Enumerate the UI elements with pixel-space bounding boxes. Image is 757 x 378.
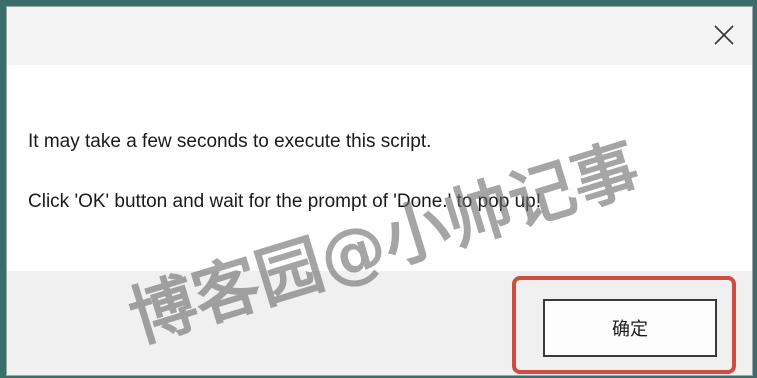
close-icon [713,24,735,51]
message-line-1: It may take a few seconds to execute thi… [28,131,432,152]
message-line-2: Click 'OK' button and wait for the promp… [28,191,542,212]
ok-button[interactable]: 确定 [543,299,717,357]
dialog-titlebar [7,7,752,65]
close-button[interactable] [706,19,742,55]
dialog-footer: 确定 [7,271,752,375]
message-dialog: It may take a few seconds to execute thi… [6,6,753,376]
dialog-content: It may take a few seconds to execute thi… [7,65,752,271]
